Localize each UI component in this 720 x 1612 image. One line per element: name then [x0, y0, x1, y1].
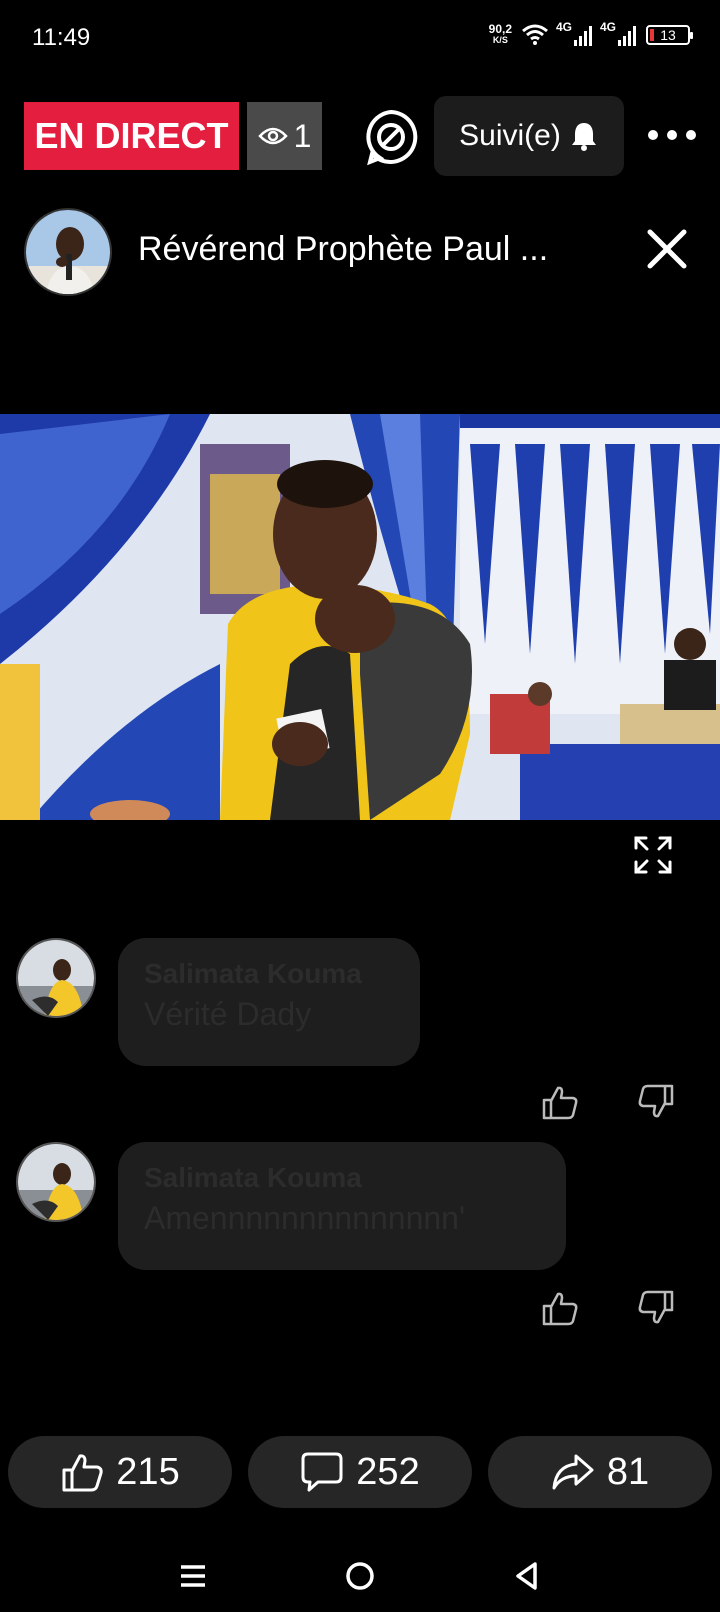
- moderation-icon[interactable]: [362, 108, 420, 166]
- avatar-image: [18, 1144, 94, 1220]
- avatar-image: [18, 940, 94, 1016]
- thumbs-up-icon[interactable]: [540, 1288, 580, 1328]
- home-icon[interactable]: [344, 1560, 376, 1592]
- host-avatar-image: [26, 210, 110, 294]
- signal-icon: 4G: [556, 20, 592, 46]
- comment-bubble[interactable]: Salimata Kouma Vérité Dady: [118, 938, 420, 1066]
- thumbs-down-icon[interactable]: [636, 1082, 676, 1122]
- more-options-button[interactable]: [648, 118, 696, 152]
- eye-icon: [257, 127, 288, 145]
- comment-author[interactable]: Salimata Kouma: [144, 958, 394, 990]
- share-count: 81: [606, 1450, 650, 1493]
- battery-level: 13: [660, 27, 676, 43]
- signal-label: 4G: [556, 20, 573, 34]
- comment-avatar[interactable]: [16, 1142, 96, 1222]
- dot-icon: [648, 130, 658, 140]
- follow-button[interactable]: Suivi(e): [434, 96, 624, 176]
- network-speed-value: 90,2: [488, 22, 512, 36]
- like-count: 215: [116, 1450, 180, 1493]
- viewer-count: 1: [293, 117, 312, 154]
- like-button[interactable]: 215: [8, 1436, 232, 1508]
- video-frame: [0, 414, 720, 820]
- recent-apps-icon[interactable]: [177, 1560, 209, 1592]
- battery-icon: 13: [646, 25, 693, 45]
- signal-label: 4G: [600, 20, 617, 34]
- signal-icon: 4G: [600, 20, 636, 46]
- dot-icon: [667, 130, 677, 140]
- host-avatar[interactable]: [24, 208, 112, 296]
- live-badge: EN DIRECT: [24, 102, 239, 170]
- comment-text: Vérité Dady: [144, 996, 312, 1032]
- wifi-icon: [522, 24, 548, 45]
- thumbs-up-icon: [62, 1454, 103, 1492]
- status-time: 11:49: [32, 24, 91, 51]
- back-icon[interactable]: [511, 1560, 543, 1592]
- comment-avatar[interactable]: [16, 938, 96, 1018]
- thumbs-down-icon[interactable]: [636, 1288, 676, 1328]
- comment-bubble[interactable]: Salimata Kouma Amennnnnnnnnnnnnn': [118, 1142, 566, 1270]
- viewer-count-badge: 1: [247, 102, 322, 170]
- comment-icon: [301, 1452, 343, 1492]
- fullscreen-icon[interactable]: [632, 834, 674, 876]
- host-name[interactable]: Révérend Prophète Paul ...: [138, 230, 548, 269]
- comment-text: Amennnnnnnnnnnnnn': [144, 1200, 466, 1236]
- dot-icon: [686, 130, 696, 140]
- share-icon: [552, 1454, 594, 1490]
- live-video[interactable]: [0, 414, 720, 820]
- comment-button[interactable]: 252: [248, 1436, 472, 1508]
- follow-label: Suivi(e): [459, 119, 561, 152]
- bell-icon: [571, 123, 596, 151]
- network-speed: 90,2 K/S: [488, 22, 512, 46]
- close-icon[interactable]: [644, 226, 690, 272]
- status-icons: 90,2 K/S 4G 4G 13: [488, 20, 693, 46]
- system-nav-bar: [0, 1540, 720, 1612]
- comment-count: 252: [356, 1450, 420, 1493]
- comment-author[interactable]: Salimata Kouma: [144, 1162, 540, 1194]
- network-speed-unit: K/S: [492, 35, 508, 45]
- share-button[interactable]: 81: [488, 1436, 712, 1508]
- thumbs-up-icon[interactable]: [540, 1082, 580, 1122]
